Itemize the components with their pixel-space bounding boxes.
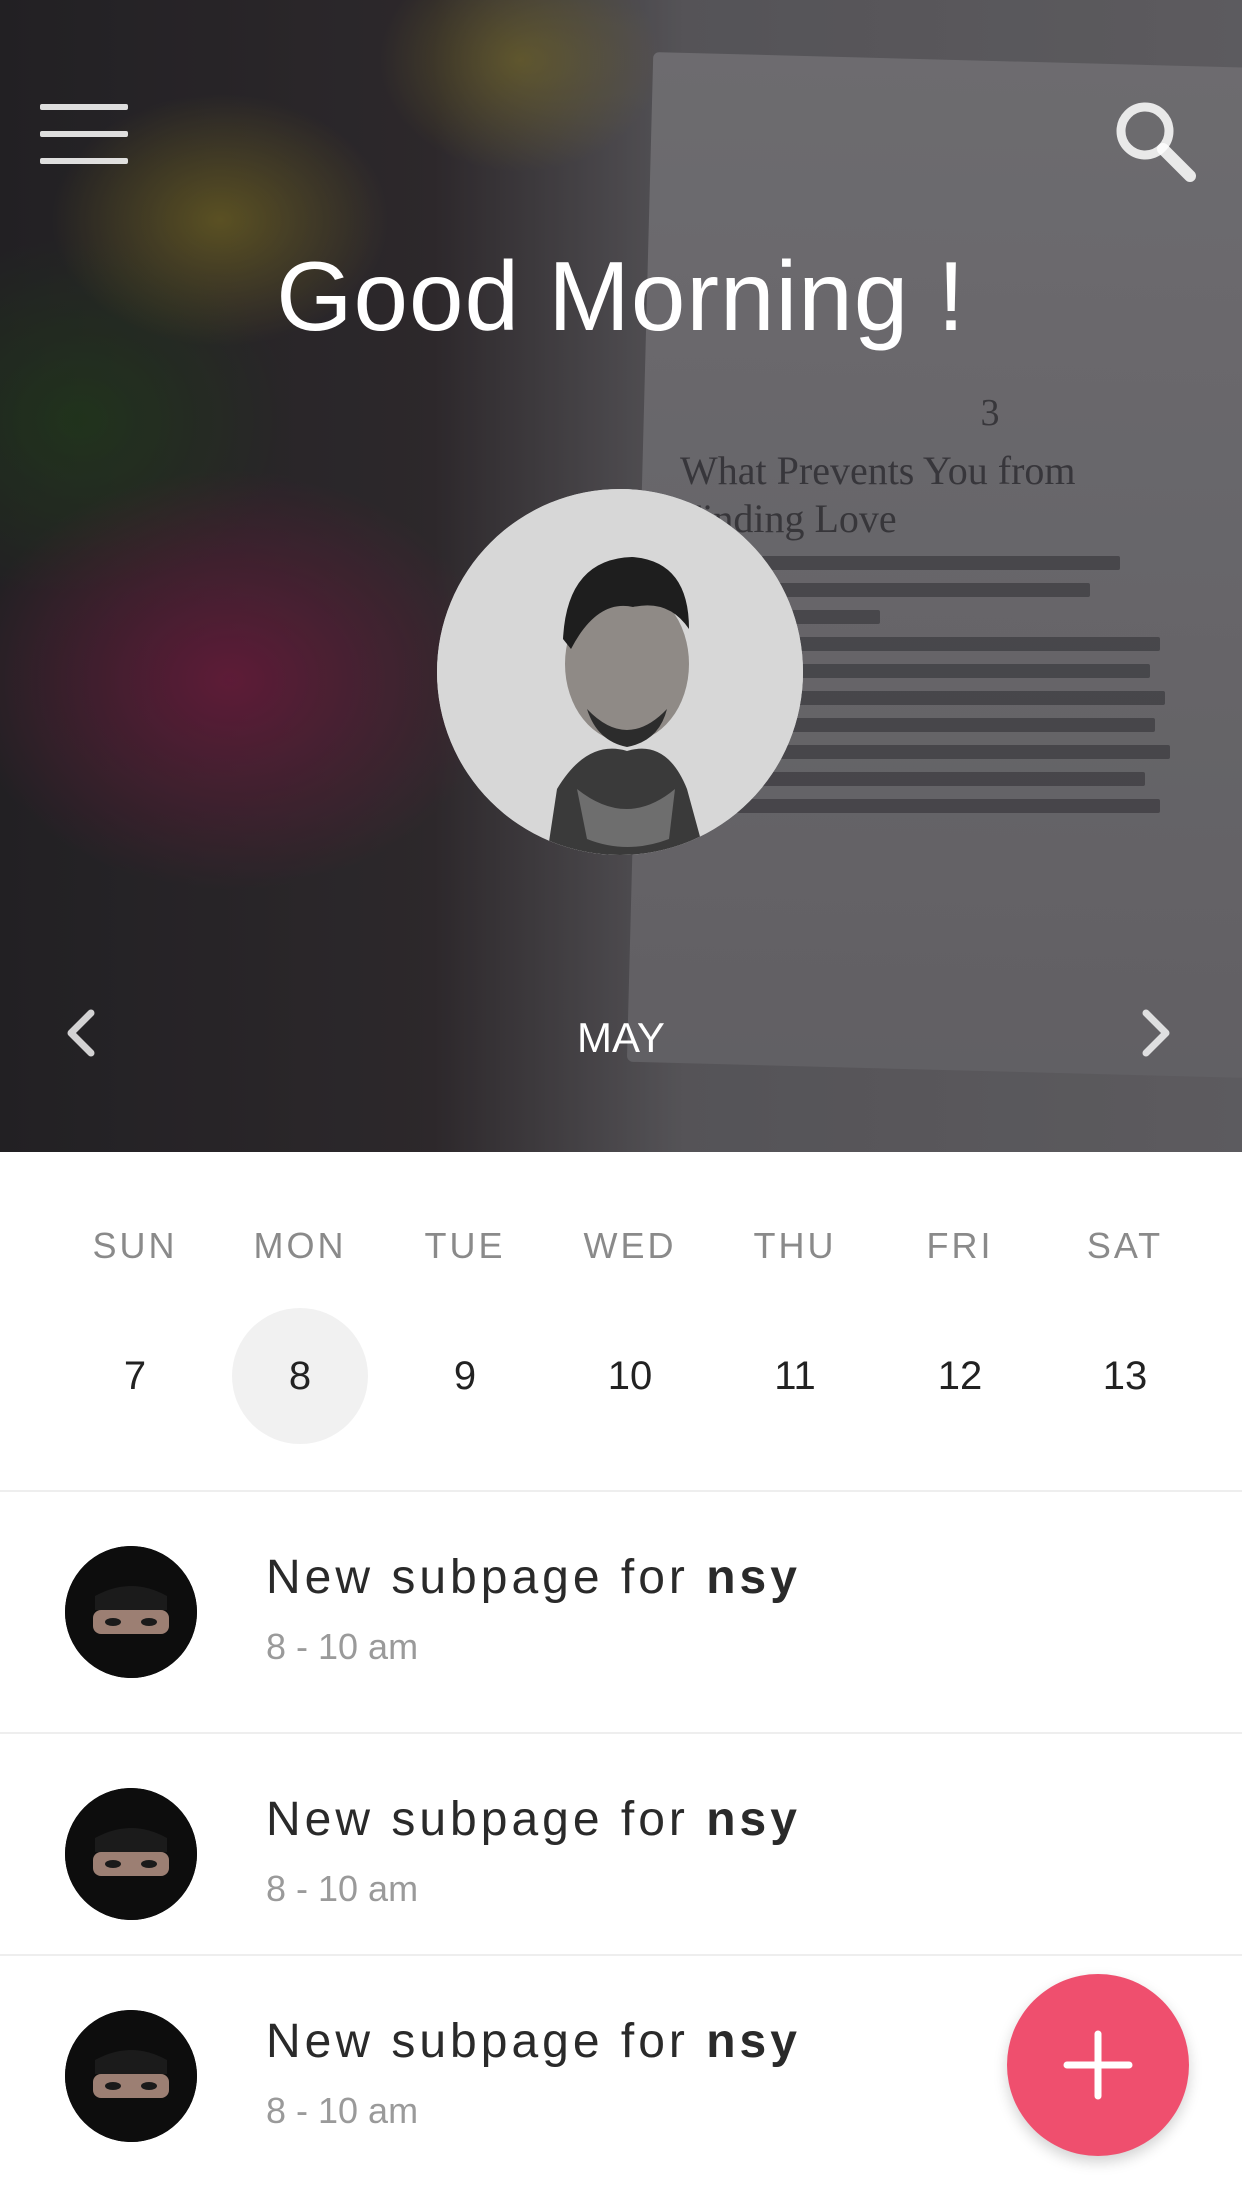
date-row: 7 8 9 10 11 12 13	[65, 1308, 1195, 1444]
event-time: 8 - 10 am	[266, 1626, 419, 1667]
search-icon[interactable]	[1110, 96, 1200, 186]
event-time: 8 - 10 am	[266, 1868, 419, 1909]
date-cell[interactable]: 9	[395, 1308, 535, 1444]
weekday-label: SAT	[1086, 1225, 1164, 1266]
header-hero: 3 What Prevents You from Finding Love Go…	[0, 0, 1242, 1152]
event-avatar	[65, 1546, 197, 1678]
event-avatar	[65, 1788, 197, 1920]
weekday-label: THU	[753, 1225, 837, 1266]
event-title: New subpage for nsy	[266, 1551, 801, 1604]
plus-icon	[1063, 2030, 1133, 2100]
date-cell[interactable]: 13	[1055, 1308, 1195, 1444]
event-title: New subpage for nsy	[266, 1793, 801, 1846]
date-cell[interactable]: 11	[725, 1308, 865, 1444]
profile-avatar[interactable]	[437, 489, 803, 855]
weekday-label: TUE	[424, 1225, 506, 1266]
month-label: MAY	[577, 1014, 665, 1061]
date-cell[interactable]: 12	[890, 1308, 1030, 1444]
add-event-button[interactable]	[1007, 1974, 1189, 2156]
date-cell[interactable]: 10	[560, 1308, 700, 1444]
event-avatar	[65, 2010, 197, 2142]
event-list-item[interactable]: New subpage for nsy 8 - 10 am	[0, 1734, 1242, 1954]
weekday-header: SUN MON TUE WED THU FRI SAT	[65, 1225, 1195, 1267]
event-title: New subpage for nsy	[266, 2015, 801, 2068]
date-cell-selected[interactable]: 8	[230, 1308, 370, 1444]
date-cell[interactable]: 7	[65, 1308, 205, 1444]
weekday-label: SUN	[92, 1225, 178, 1266]
event-time: 8 - 10 am	[266, 2090, 419, 2131]
weekday-label: FRI	[926, 1225, 994, 1266]
greeting-title: Good Morning !	[276, 241, 966, 351]
weekday-label: WED	[583, 1225, 677, 1266]
menu-icon[interactable]	[40, 104, 128, 164]
event-list-item[interactable]: New subpage for nsy 8 - 10 am	[0, 1492, 1242, 1712]
chevron-right-icon[interactable]	[1130, 1005, 1180, 1061]
weekday-label: MON	[253, 1225, 347, 1266]
